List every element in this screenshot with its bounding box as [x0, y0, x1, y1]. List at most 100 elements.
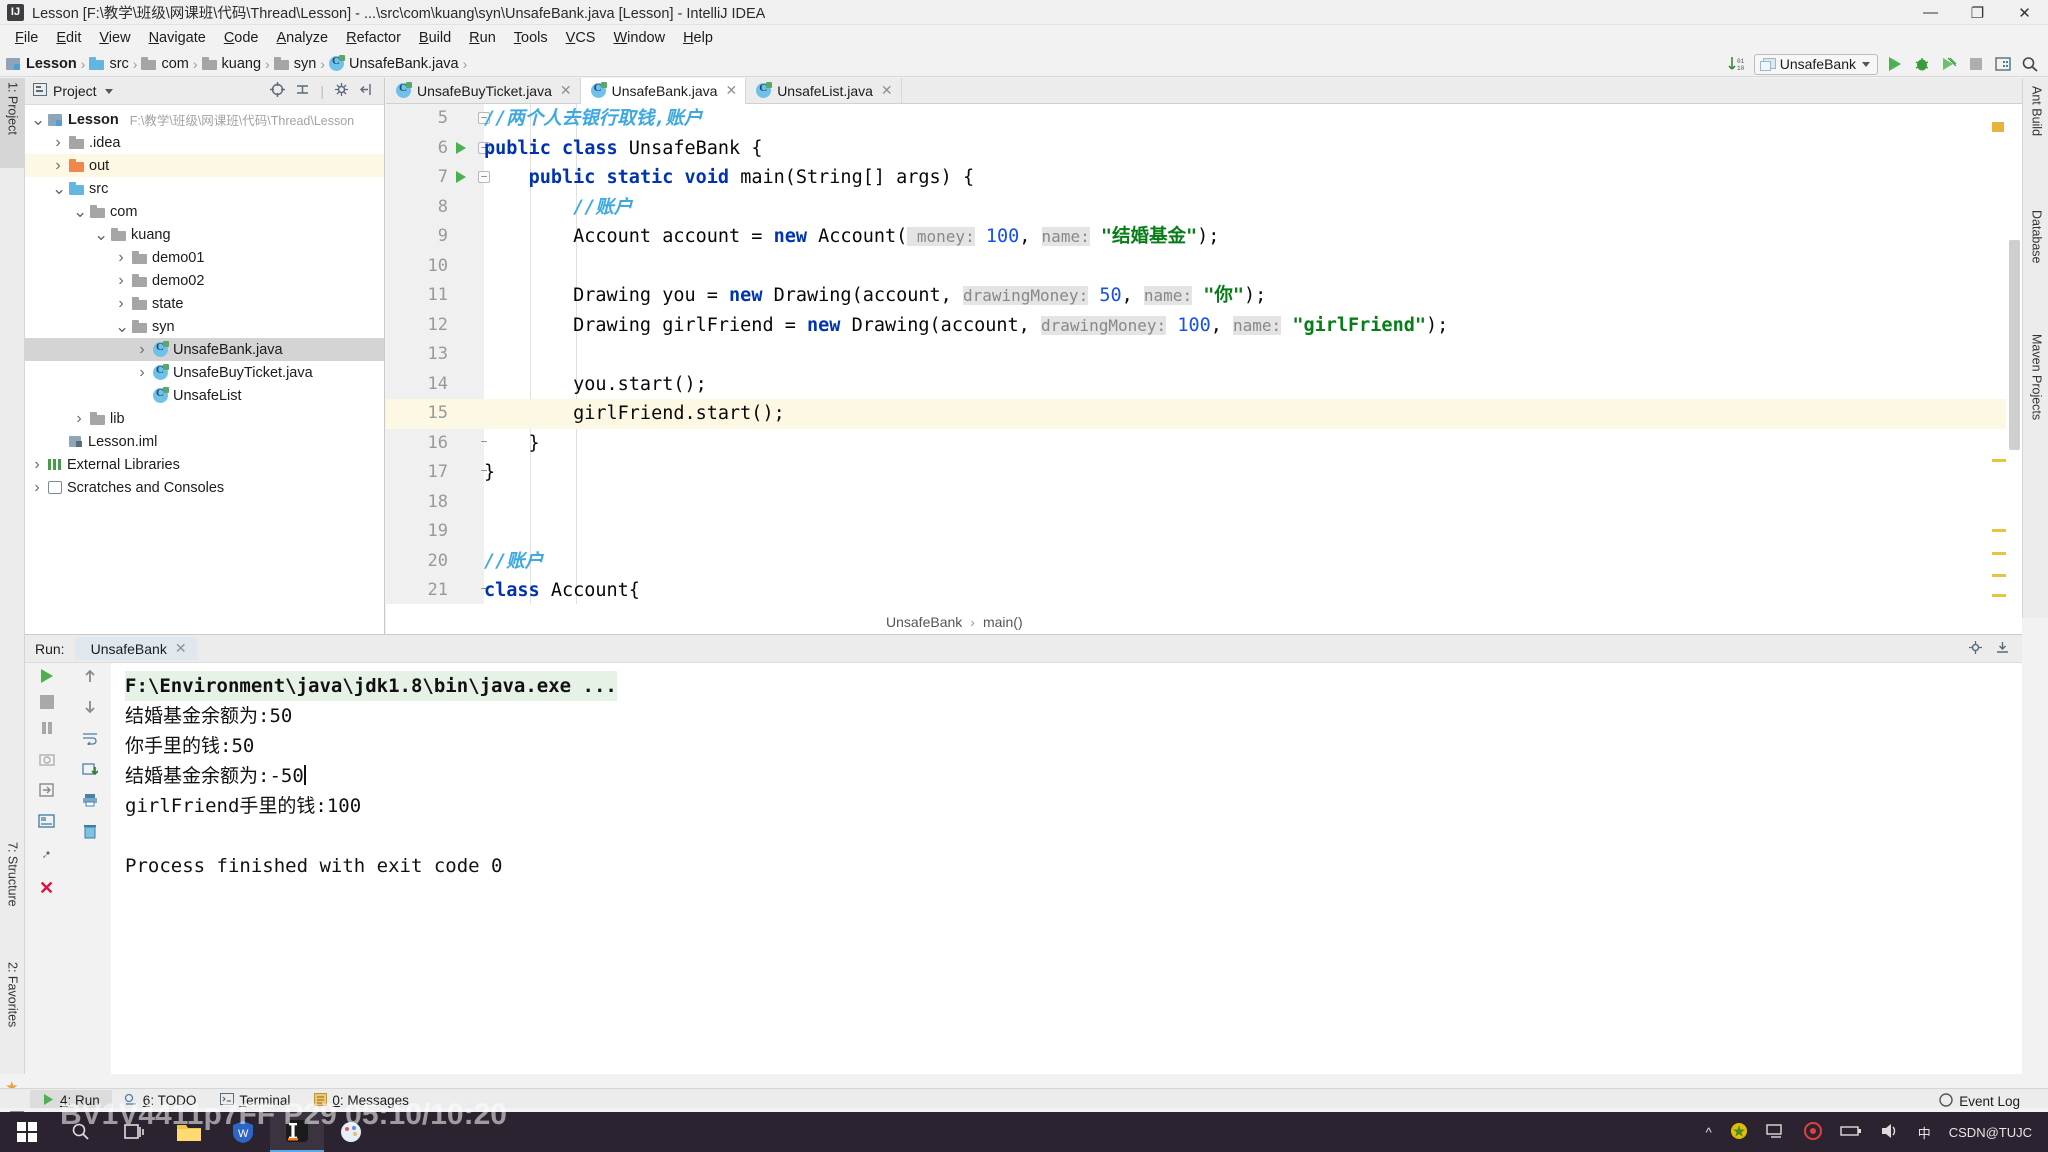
chevron-right-icon[interactable]: ›: [31, 479, 43, 497]
tree-node-state[interactable]: › state: [25, 292, 384, 315]
error-stripe-mark[interactable]: [1992, 529, 2006, 532]
menu-item-window[interactable]: Window: [604, 27, 674, 49]
tree-node-lesson-iml[interactable]: Lesson.iml: [25, 430, 384, 453]
menu-item-tools[interactable]: Tools: [505, 27, 557, 49]
run-button[interactable]: [1885, 54, 1905, 74]
menu-item-analyze[interactable]: Analyze: [268, 27, 338, 49]
paint-icon[interactable]: [324, 1112, 378, 1152]
menu-item-refactor[interactable]: Refactor: [337, 27, 410, 49]
pin-button[interactable]: [39, 845, 55, 866]
code-line[interactable]: 7− public static void main(String[] args…: [386, 163, 2022, 193]
tree-node-src[interactable]: ⌄ src: [25, 177, 384, 200]
menu-item-run[interactable]: Run: [460, 27, 505, 49]
tool-button-structure[interactable]: 7: Structure: [0, 838, 25, 948]
maximize-button[interactable]: ❐: [1954, 0, 2001, 25]
tree-node-unsafebuyticket-java[interactable]: › UnsafeBuyTicket.java: [25, 361, 384, 384]
chevron-up-icon[interactable]: ^: [1706, 1125, 1712, 1140]
collapse-all-icon[interactable]: [295, 82, 310, 100]
chevron-right-icon[interactable]: ›: [136, 341, 148, 359]
chevron-down-icon[interactable]: ⌄: [115, 317, 129, 337]
breadcrumb-item-kuang[interactable]: kuang: [201, 56, 261, 72]
console-output[interactable]: F:\Environment\java\jdk1.8\bin\java.exe …: [111, 663, 2022, 1075]
editor-breadcrumb[interactable]: UnsafeBank › main(): [386, 610, 2022, 634]
hide-panel-icon[interactable]: [359, 82, 374, 100]
menu-item-code[interactable]: Code: [215, 27, 268, 49]
tool-button-project[interactable]: 1: Project: [0, 78, 25, 168]
clear-all-button[interactable]: [83, 824, 97, 844]
chevron-right-icon[interactable]: ›: [73, 410, 85, 428]
intellij-icon[interactable]: [270, 1112, 324, 1152]
code-line[interactable]: 5−//两个人去银行取钱,账户: [386, 104, 2022, 134]
code-line[interactable]: 8 //账户: [386, 193, 2022, 223]
minimize-button[interactable]: —: [1907, 0, 1954, 25]
run-tab-unsafebank[interactable]: UnsafeBank ✕: [74, 637, 197, 660]
chevron-down-icon[interactable]: ⌄: [73, 202, 87, 222]
layout-button[interactable]: [38, 814, 55, 833]
print-button[interactable]: [82, 793, 98, 812]
code-line[interactable]: 17−}: [386, 458, 2022, 488]
code-line[interactable]: 6− public class UnsafeBank {: [386, 134, 2022, 164]
menu-item-edit[interactable]: Edit: [47, 27, 90, 49]
code-line[interactable]: 18: [386, 488, 2022, 518]
error-stripe-mark[interactable]: [1992, 574, 2006, 577]
close-icon[interactable]: ✕: [881, 82, 893, 99]
code-line[interactable]: 10: [386, 252, 2022, 282]
tree-node-out[interactable]: › out: [25, 154, 384, 177]
stop-button[interactable]: [1966, 54, 1986, 74]
breadcrumb-item-com[interactable]: com: [141, 56, 189, 72]
rerun-button[interactable]: [40, 669, 53, 683]
snapshot-button[interactable]: [38, 752, 55, 771]
chevron-right-icon[interactable]: ›: [52, 134, 64, 152]
code-line[interactable]: 19: [386, 517, 2022, 547]
tool-button-favorites[interactable]: 2: Favorites: [0, 958, 25, 1073]
wps-icon[interactable]: W: [216, 1112, 270, 1152]
tool-button-maven[interactable]: Maven Projects: [2024, 330, 2048, 495]
menu-item-vcs[interactable]: VCS: [557, 27, 605, 49]
tree-node-scratches-and-consoles[interactable]: › Scratches and Consoles: [25, 476, 384, 499]
search-everywhere-button[interactable]: [2020, 54, 2040, 74]
editor-tab-unsafelist-java[interactable]: UnsafeList.java ✕: [746, 78, 902, 103]
tree-node-external-libraries[interactable]: › External Libraries: [25, 453, 384, 476]
clock[interactable]: CSDN@TUJC: [1949, 1125, 2032, 1140]
chevron-right-icon[interactable]: ›: [31, 456, 43, 474]
code-line[interactable]: 12 Drawing girlFriend = new Drawing(acco…: [386, 311, 2022, 341]
chevron-down-icon[interactable]: ⌄: [94, 225, 108, 245]
project-structure-button[interactable]: [1993, 54, 2013, 74]
menu-item-build[interactable]: Build: [410, 27, 460, 49]
code-line[interactable]: 16− }: [386, 429, 2022, 459]
code-line[interactable]: 13: [386, 340, 2022, 370]
error-stripe-mark[interactable]: [1992, 594, 2006, 597]
resume-button[interactable]: [38, 783, 55, 802]
chevron-down-icon[interactable]: [1862, 61, 1870, 67]
record-icon[interactable]: [1803, 1121, 1822, 1143]
run-configuration-selector[interactable]: UnsafeBank: [1753, 53, 1878, 75]
chevron-down-icon[interactable]: ⌄: [52, 179, 66, 199]
shield-icon[interactable]: [1730, 1122, 1748, 1143]
close-button[interactable]: ✕: [2001, 0, 2048, 25]
menu-item-file[interactable]: File: [6, 27, 47, 49]
pause-button[interactable]: [40, 721, 54, 740]
project-view-chevron-icon[interactable]: [104, 88, 113, 94]
stop-button[interactable]: [39, 695, 54, 709]
search-icon[interactable]: [54, 1112, 108, 1152]
code-line[interactable]: 21− class Account{: [386, 576, 2022, 604]
error-stripe-mark[interactable]: [1992, 122, 2004, 132]
windows-start-icon[interactable]: [0, 1112, 54, 1152]
run-gutter-icon[interactable]: [456, 171, 466, 183]
menu-item-navigate[interactable]: Navigate: [140, 27, 215, 49]
code-line[interactable]: 9 Account account = new Account( money: …: [386, 222, 2022, 252]
breadcrumb-item-syn[interactable]: syn: [273, 56, 316, 72]
network-icon[interactable]: [1766, 1122, 1786, 1143]
volume-icon[interactable]: [1880, 1122, 1900, 1143]
project-tree[interactable]: ⌄ Lesson F:\教学\班级\网课班\代码\Thread\Lesson › .id…: [25, 105, 384, 499]
close-icon[interactable]: ✕: [560, 82, 572, 99]
editor-tab-unsafebank-java[interactable]: UnsafeBank.java ✕: [580, 78, 747, 104]
chevron-down-icon[interactable]: ⌄: [31, 110, 45, 130]
tree-node-lesson[interactable]: ⌄ Lesson F:\教学\班级\网课班\代码\Thread\Lesson: [25, 108, 384, 131]
tool-button-ant-build[interactable]: Ant Build: [2024, 82, 2048, 202]
tree-node-demo02[interactable]: › demo02: [25, 269, 384, 292]
task-view-icon[interactable]: [108, 1112, 162, 1152]
export-button[interactable]: [81, 762, 99, 781]
tree-node-unsafebank-java[interactable]: › UnsafeBank.java: [25, 338, 384, 361]
editor-tab-unsafebuyticket-java[interactable]: UnsafeBuyTicket.java ✕: [386, 78, 581, 103]
